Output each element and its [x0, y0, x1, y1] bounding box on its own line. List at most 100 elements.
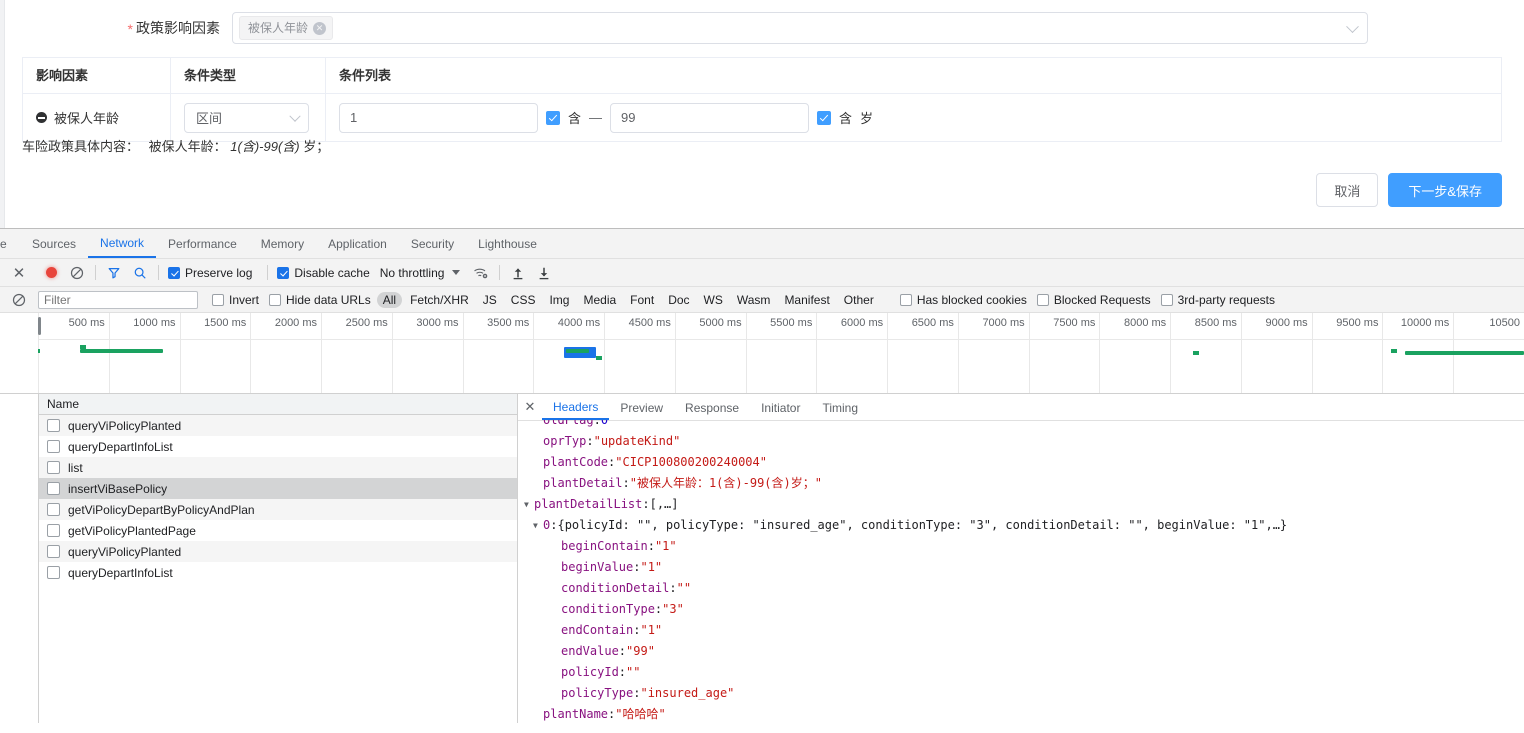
devtools-tab-e[interactable]: e: [0, 230, 20, 258]
filter-type-other[interactable]: Other: [838, 292, 880, 308]
json-line[interactable]: plantDetail: "被保人年龄：1(含)-99(含)岁；": [518, 473, 1524, 494]
json-line[interactable]: beginValue: "1": [518, 557, 1524, 578]
disable-cache-label[interactable]: Disable cache: [294, 266, 369, 280]
request-checkbox[interactable]: [47, 440, 60, 453]
devtools-tab-memory[interactable]: Memory: [249, 230, 316, 258]
list-item[interactable]: getViPolicyPlantedPage: [39, 520, 517, 541]
no-entry-icon[interactable]: [0, 293, 38, 307]
filter-type-media[interactable]: Media: [577, 292, 622, 308]
json-line[interactable]: conditionType: "3": [518, 599, 1524, 620]
json-line[interactable]: endContain: "1": [518, 620, 1524, 641]
request-checkbox[interactable]: [47, 566, 60, 579]
selected-factor-tag[interactable]: 被保人年龄 ✕: [239, 16, 334, 40]
close-icon[interactable]: ✕: [518, 399, 542, 415]
json-line[interactable]: conditionDetail: "": [518, 578, 1524, 599]
hide-data-urls-label[interactable]: Hide data URLs: [286, 293, 371, 307]
end-contain-checkbox[interactable]: [817, 110, 832, 125]
list-item[interactable]: list: [39, 457, 517, 478]
filter-type-fetch-xhr[interactable]: Fetch/XHR: [404, 292, 475, 308]
search-input[interactable]: [38, 290, 198, 309]
throttling-select[interactable]: No throttling: [380, 266, 445, 280]
network-overview-timeline[interactable]: 500 ms 1000 ms 1500 ms 2000 ms 2500 ms 3000 m…: [0, 313, 1524, 394]
minus-circle-icon[interactable]: [36, 112, 47, 123]
filter-type-all[interactable]: All: [376, 291, 403, 308]
json-tree-view[interactable]: oldFlag: 0 oprTyp: "updateKind" plantCode:…: [518, 420, 1524, 723]
has-blocked-cookies-label[interactable]: Has blocked cookies: [917, 293, 1027, 307]
devtools-tab-network[interactable]: Network: [88, 229, 157, 258]
request-checkbox[interactable]: [47, 524, 60, 537]
devtools-tab-application[interactable]: Application: [316, 230, 399, 258]
json-line[interactable]: plantCode: "CICP100800200240004": [518, 452, 1524, 473]
filter-type-manifest[interactable]: Manifest: [778, 292, 835, 308]
list-item[interactable]: queryViPolicyPlanted: [39, 415, 517, 436]
disable-cache-checkbox[interactable]: [277, 259, 294, 286]
devtools-tabbar[interactable]: e Sources Network Performance Memory Applicat…: [0, 229, 1524, 259]
json-line[interactable]: endValue: "99": [518, 641, 1524, 662]
request-checkbox[interactable]: [47, 461, 60, 474]
search-icon[interactable]: [127, 259, 153, 286]
list-item[interactable]: getViPolicyDepartByPolicyAndPlan: [39, 499, 517, 520]
begin-contain-checkbox[interactable]: [546, 110, 560, 125]
tab-initiator[interactable]: Initiator: [750, 395, 811, 420]
request-checkbox[interactable]: [47, 503, 60, 516]
chevron-down-icon[interactable]: [452, 270, 461, 275]
policy-factor-select[interactable]: 被保人年龄 ✕: [232, 12, 1368, 44]
tab-timing[interactable]: Timing: [811, 395, 869, 420]
list-item[interactable]: queryDepartInfoList: [39, 436, 517, 457]
preserve-log-label[interactable]: Preserve log: [185, 266, 252, 280]
third-party-requests-checkbox[interactable]: [1160, 293, 1173, 306]
json-line[interactable]: plantName: "哈哈哈": [518, 704, 1524, 723]
network-conditions-icon[interactable]: [468, 259, 494, 286]
devtools-tab-security[interactable]: Security: [399, 230, 466, 258]
tab-headers[interactable]: Headers: [542, 394, 610, 420]
filter-type-js[interactable]: JS: [477, 292, 503, 308]
devtools-tab-performance[interactable]: Performance: [156, 230, 249, 258]
record-icon[interactable]: [38, 259, 64, 286]
cancel-button[interactable]: 取消: [1316, 173, 1379, 207]
funnel-icon[interactable]: [101, 259, 127, 286]
request-checkbox[interactable]: [47, 482, 60, 495]
chevron-down-icon[interactable]: [533, 515, 543, 536]
close-icon[interactable]: ✕: [0, 259, 38, 286]
request-checkbox[interactable]: [47, 545, 60, 558]
json-line[interactable]: policyId: "": [518, 662, 1524, 683]
chevron-down-icon[interactable]: [289, 110, 301, 122]
json-line[interactable]: plantDetailList: [,…]: [518, 494, 1524, 515]
list-item[interactable]: queryViPolicyPlanted: [39, 541, 517, 562]
end-value-input[interactable]: [610, 102, 810, 133]
clear-icon[interactable]: [64, 259, 90, 286]
json-line[interactable]: 0: {policyId: "", policyType: "insured_a…: [518, 515, 1524, 536]
tab-preview[interactable]: Preview: [609, 395, 674, 420]
devtools-tab-sources[interactable]: Sources: [20, 230, 88, 258]
json-line[interactable]: beginContain: "1": [518, 536, 1524, 557]
request-checkbox[interactable]: [47, 419, 60, 432]
preserve-log-checkbox[interactable]: [168, 259, 185, 286]
chevron-down-icon[interactable]: [524, 494, 534, 515]
hide-data-urls-checkbox[interactable]: [269, 293, 282, 306]
list-item[interactable]: insertViBasePolicy: [39, 478, 517, 499]
json-line[interactable]: oldFlag: 0: [518, 420, 1524, 431]
filter-type-font[interactable]: Font: [624, 292, 660, 308]
timeline-handle[interactable]: [38, 317, 41, 335]
filter-type-css[interactable]: CSS: [505, 292, 542, 308]
import-har-icon[interactable]: [505, 259, 531, 286]
invert-label[interactable]: Invert: [229, 293, 259, 307]
condition-type-select[interactable]: 区间: [184, 102, 309, 133]
filter-type-doc[interactable]: Doc: [662, 292, 695, 308]
filter-type-ws[interactable]: WS: [698, 292, 729, 308]
third-party-requests-label[interactable]: 3rd-party requests: [1178, 293, 1275, 307]
close-circle-icon[interactable]: ✕: [313, 21, 327, 35]
begin-value-input[interactable]: [339, 102, 538, 133]
export-har-icon[interactable]: [531, 259, 557, 286]
blocked-requests-label[interactable]: Blocked Requests: [1054, 293, 1151, 307]
filter-type-img[interactable]: Img: [543, 292, 575, 308]
chevron-down-icon[interactable]: [1346, 20, 1359, 34]
invert-checkbox[interactable]: [212, 293, 224, 306]
filter-type-wasm[interactable]: Wasm: [731, 292, 777, 308]
blocked-requests-checkbox[interactable]: [1036, 293, 1049, 306]
has-blocked-cookies-checkbox[interactable]: [899, 293, 912, 306]
tab-response[interactable]: Response: [674, 395, 750, 420]
json-line[interactable]: oprTyp: "updateKind": [518, 431, 1524, 452]
devtools-tab-lighthouse[interactable]: Lighthouse: [466, 230, 549, 258]
next-and-save-button[interactable]: 下一步&保存: [1388, 173, 1502, 207]
